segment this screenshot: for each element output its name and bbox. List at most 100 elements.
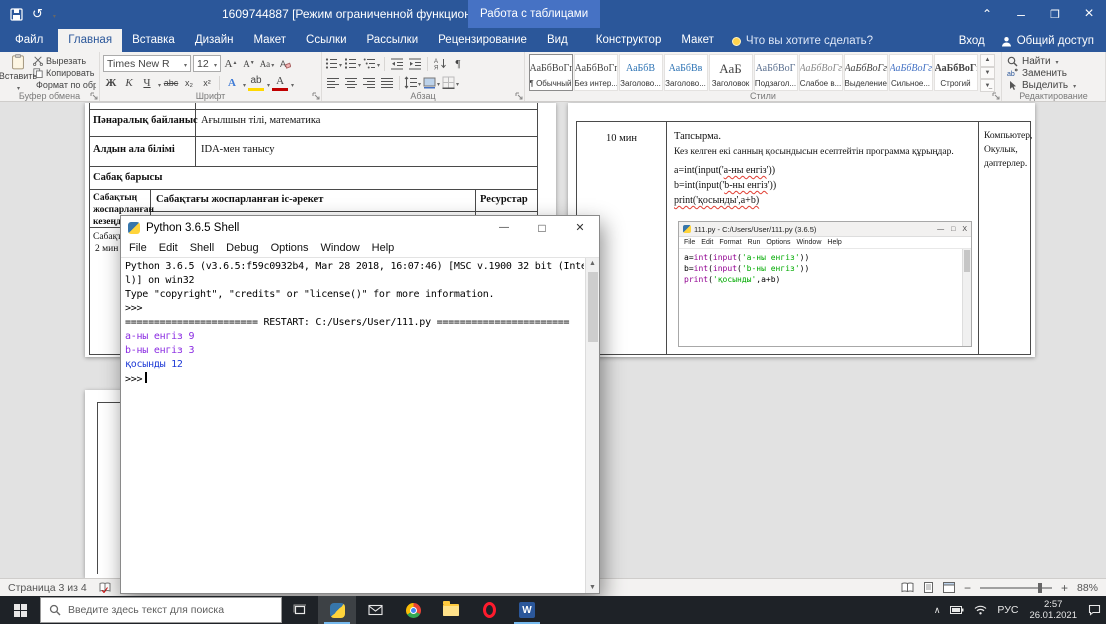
scroll-down-icon[interactable]: ▼ — [589, 584, 596, 591]
tab-table-layout[interactable]: Макет — [671, 29, 724, 52]
python-shell-window[interactable]: Python 3.6.5 Shell FileEditShellDebugOpt… — [120, 215, 600, 594]
restore-button[interactable] — [1038, 0, 1072, 28]
zoom-out-button[interactable]: − — [964, 582, 971, 594]
style-title[interactable]: АаБ Заголовок — [708, 54, 753, 91]
cut-button[interactable]: Вырезать — [33, 55, 96, 67]
battery-icon[interactable] — [945, 596, 969, 624]
task-view-button[interactable] — [282, 596, 318, 624]
grow-font-button[interactable]: А ▲ — [223, 55, 239, 72]
menu-item-file[interactable]: File — [681, 239, 698, 246]
style-normal[interactable]: АаБбВоГг, ¶ Обычный — [528, 54, 573, 91]
tab-references[interactable]: Ссылки — [296, 29, 357, 52]
sort-button[interactable]: АЯ — [432, 55, 448, 72]
style-subtitle[interactable]: АаБбВоГ Подзагол... — [753, 54, 798, 91]
shrink-font-button[interactable]: А ▼ — [241, 55, 257, 72]
font-color-caret-icon[interactable] — [290, 74, 294, 92]
replace-button[interactable]: ab Заменить — [1007, 67, 1100, 79]
shading-button[interactable] — [423, 74, 440, 91]
tab-view[interactable]: Вид — [537, 29, 578, 52]
proofing-icon[interactable] — [99, 582, 111, 593]
style-strong[interactable]: АаБбВоГг,Строгий — [933, 54, 978, 91]
taskbar-clock[interactable]: 2:57 26.01.2021 — [1023, 599, 1083, 621]
underline-caret-icon[interactable] — [157, 74, 161, 92]
text-effects-button[interactable]: А — [224, 74, 240, 91]
italic-button[interactable]: К — [121, 74, 137, 91]
menu-item-format[interactable]: Format — [716, 239, 744, 246]
highlight-caret-icon[interactable] — [266, 74, 270, 92]
increase-indent-button[interactable] — [407, 55, 423, 72]
scroll-up-icon[interactable]: ▲ — [589, 260, 596, 267]
customize-quick-access-icon[interactable] — [52, 5, 56, 23]
hidden-icons-chevron[interactable] — [929, 596, 946, 624]
taskbar-app-file-explorer[interactable] — [432, 596, 470, 624]
zoom-slider[interactable] — [979, 582, 1052, 593]
ribbon-display-options-button[interactable] — [970, 0, 1004, 28]
menu-item-edit[interactable]: Edit — [698, 239, 716, 246]
subscript-button[interactable]: x₂ — [181, 74, 197, 91]
numbering-button[interactable] — [344, 55, 361, 72]
bold-button[interactable]: Ж — [103, 74, 119, 91]
paste-button[interactable]: Вставить — [0, 54, 37, 92]
start-button[interactable] — [0, 596, 40, 624]
web-layout-icon[interactable] — [942, 582, 955, 593]
taskbar-search-input[interactable]: Введите здесь текст для поиска — [40, 597, 282, 623]
taskbar-app-opera[interactable] — [470, 596, 508, 624]
menu-item-edit[interactable]: Edit — [153, 242, 184, 254]
document-page-right[interactable]: 10 мин Тапсырма. Кез келген екі санның қ… — [568, 103, 1035, 357]
strikethrough-button[interactable]: abc — [163, 74, 179, 91]
editor-scrollbar[interactable] — [962, 249, 971, 346]
multilevel-list-button[interactable] — [363, 55, 380, 72]
dialog-launcher-icon[interactable] — [90, 92, 98, 100]
tell-me-box[interactable]: Что вы хотите сделать? — [724, 35, 881, 52]
style-no-spacing[interactable]: АаБбВоГг, Без интер... — [573, 54, 618, 91]
zoom-in-button[interactable]: + — [1061, 582, 1068, 594]
shell-body[interactable]: Python 3.6.5 (v3.6.5:f59c0932b4, Mar 28 … — [121, 258, 599, 593]
read-mode-icon[interactable] — [901, 582, 914, 593]
style-subtle-emphasis[interactable]: АаБбВоГг. Слабое в... — [798, 54, 843, 91]
menu-item-shell[interactable]: Shell — [184, 242, 220, 254]
minimize-button[interactable] — [1004, 0, 1038, 28]
menu-item-help[interactable]: Help — [824, 239, 844, 246]
format-painter-button[interactable]: Формат по образцу — [33, 79, 96, 91]
tab-table-design[interactable]: Конструктор — [586, 29, 672, 52]
select-button[interactable]: Выделить — [1007, 79, 1100, 91]
dialog-launcher-icon[interactable] — [515, 92, 523, 100]
shell-scrollbar[interactable]: ▲ ▼ — [585, 258, 599, 593]
borders-button[interactable] — [442, 74, 459, 91]
save-icon[interactable] — [10, 7, 23, 21]
tab-insert[interactable]: Вставка — [122, 29, 185, 52]
share-button[interactable]: Общий доступ — [1001, 35, 1094, 47]
shell-titlebar[interactable]: Python 3.6.5 Shell — [121, 216, 599, 239]
align-left-button[interactable] — [325, 74, 341, 91]
align-right-button[interactable] — [361, 74, 377, 91]
language-indicator[interactable]: РУС — [992, 596, 1023, 624]
network-wifi-icon[interactable] — [969, 596, 992, 624]
action-center-icon[interactable] — [1083, 596, 1106, 624]
menu-item-debug[interactable]: Debug — [220, 242, 264, 254]
menu-item-run[interactable]: Run — [745, 239, 764, 246]
tab-home[interactable]: Главная — [58, 29, 123, 52]
style-emphasis[interactable]: АаБбВоГг. Выделение — [843, 54, 888, 91]
gallery-up-icon[interactable]: ▲ — [980, 54, 995, 67]
menu-item-window[interactable]: Window — [793, 239, 824, 246]
minimize-button[interactable] — [485, 216, 523, 239]
tab-layout[interactable]: Макет — [243, 29, 296, 52]
style-heading1[interactable]: АаБбВ Заголово... — [618, 54, 663, 91]
tab-review[interactable]: Рецензирование — [428, 29, 537, 52]
align-center-button[interactable] — [343, 74, 359, 91]
taskbar-app-idle-python[interactable] — [318, 596, 356, 624]
justify-button[interactable] — [379, 74, 395, 91]
style-heading2[interactable]: АаБбВв Заголово... — [663, 54, 708, 91]
bullets-button[interactable] — [325, 55, 342, 72]
zoom-level[interactable]: 88% — [1077, 582, 1098, 594]
dialog-launcher-icon[interactable] — [312, 92, 320, 100]
maximize-button[interactable] — [523, 216, 561, 239]
highlight-color-button[interactable]: ab — [248, 74, 265, 91]
superscript-button[interactable]: x² — [199, 74, 215, 91]
close-button[interactable] — [1072, 0, 1106, 28]
scrollbar-thumb[interactable] — [588, 272, 598, 342]
text-effects-caret-icon[interactable] — [242, 74, 246, 92]
underline-button[interactable]: Ч — [139, 74, 155, 91]
copy-button[interactable]: Копировать — [33, 67, 96, 79]
change-case-button[interactable]: Аа — [259, 55, 275, 72]
